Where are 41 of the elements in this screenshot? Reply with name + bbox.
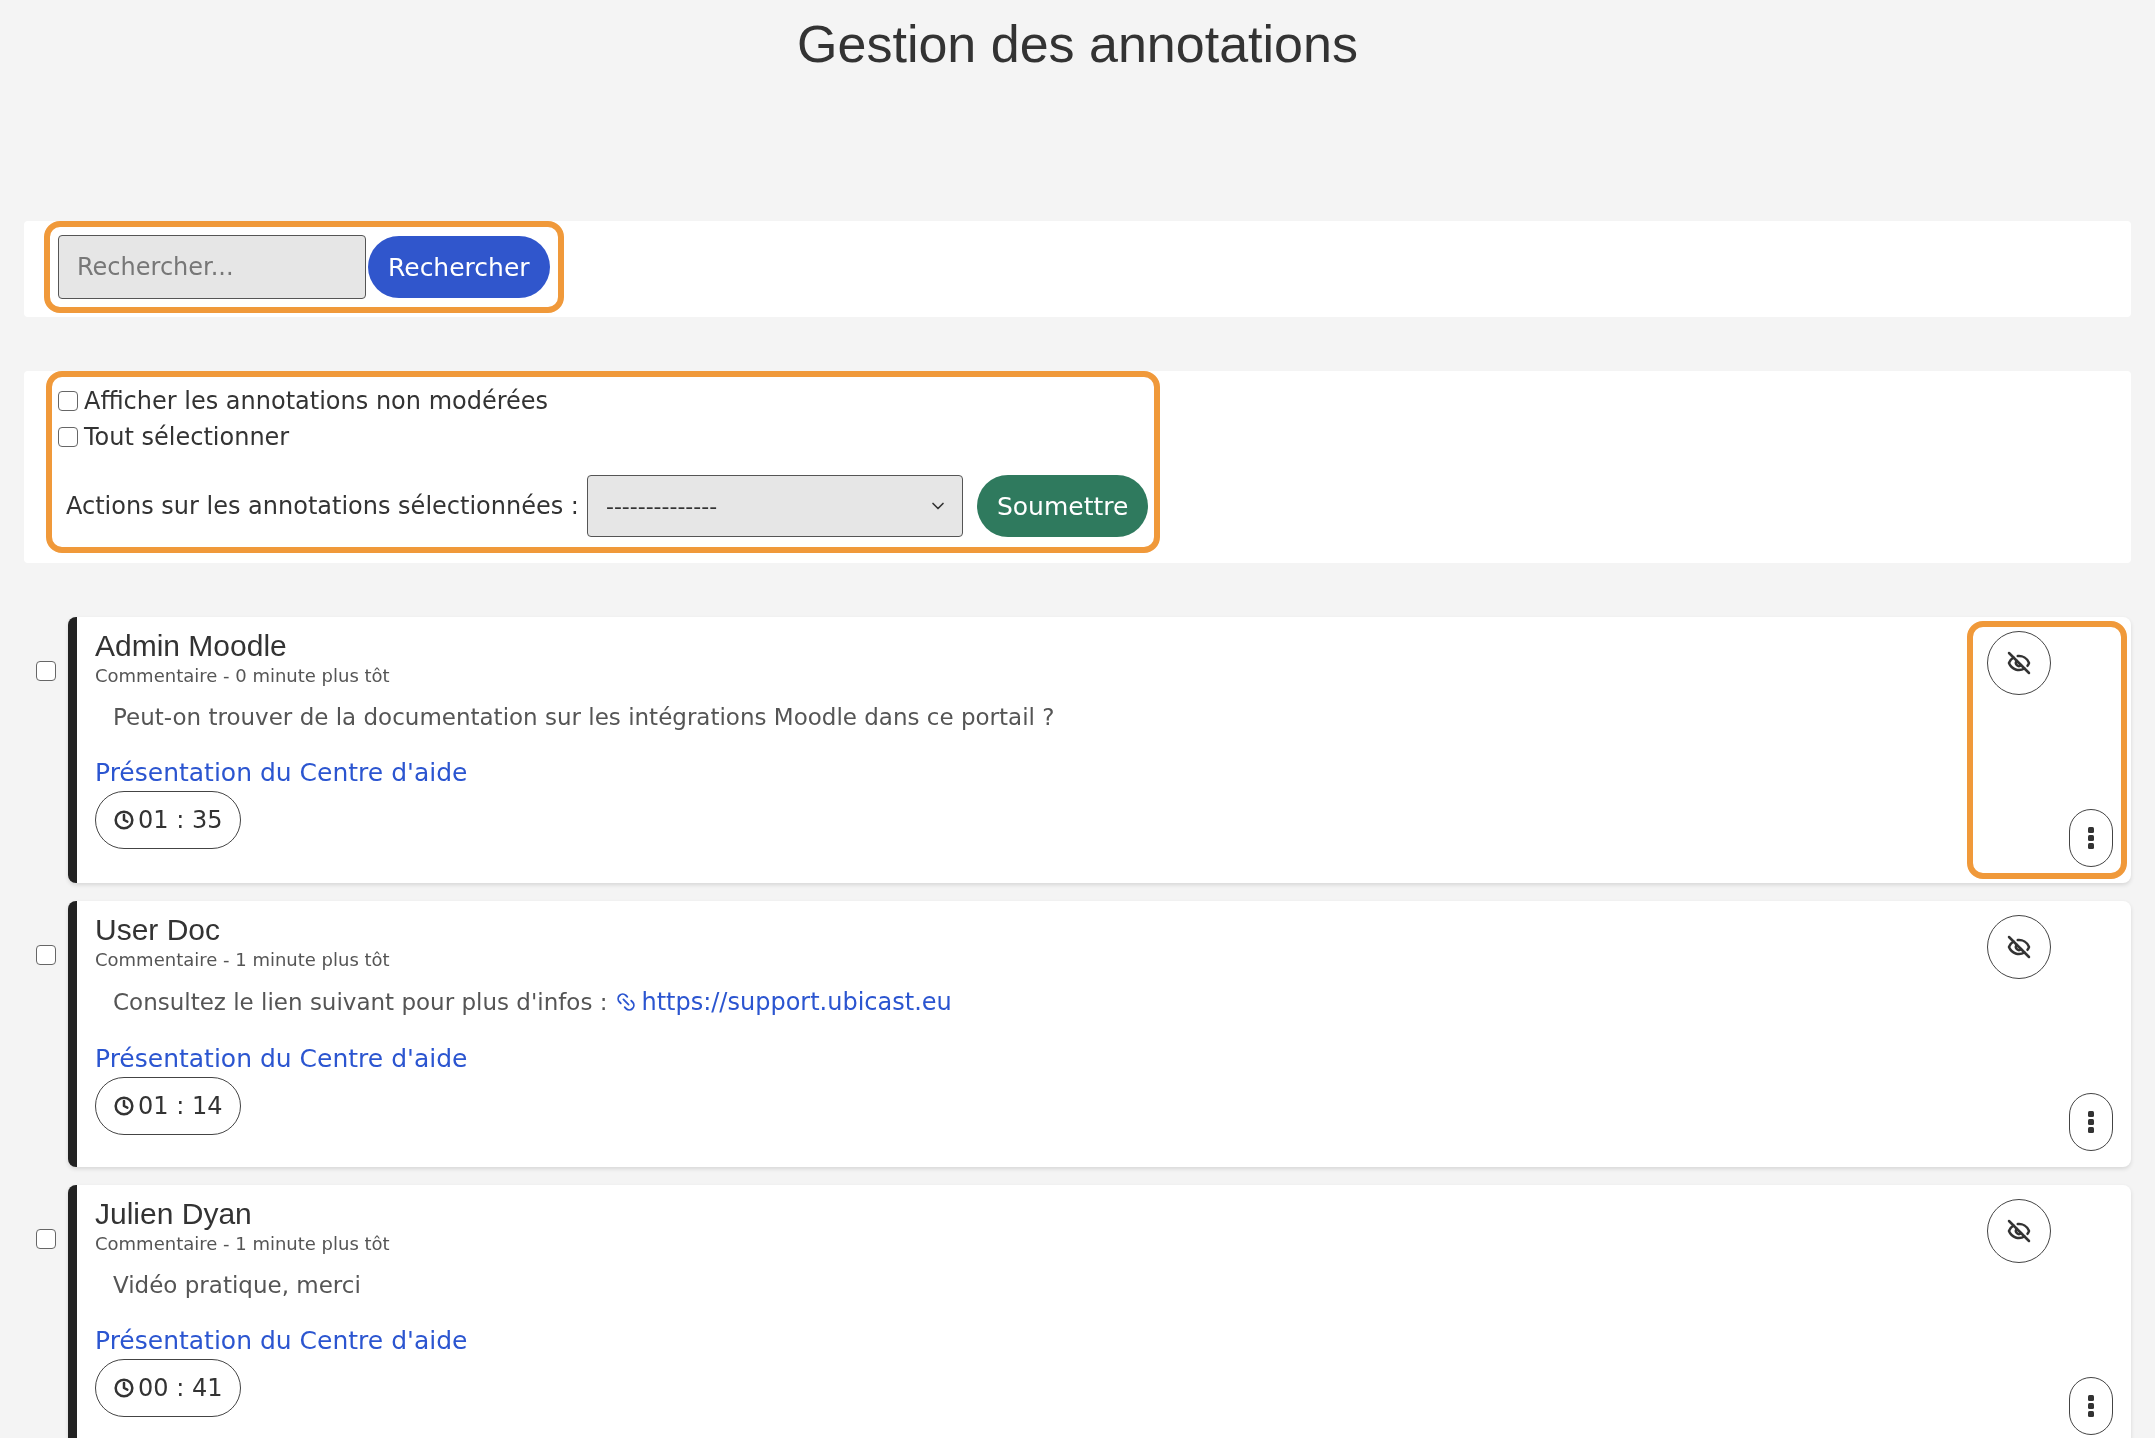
checkbox-label: Afficher les annotations non modérées [84,387,549,415]
annotation-meta: Commentaire - 1 minute plus tôt [95,949,391,970]
actions-label: Actions sur les annotations sélectionnées : [65,492,579,520]
timecode-button[interactable]: 01 : 14 [95,1077,242,1135]
timecode-button[interactable]: 01 : 35 [95,791,242,849]
submit-button[interactable]: Soumettre [976,475,1149,537]
search-button[interactable]: Rechercher [368,236,550,298]
more-button[interactable] [2069,1093,2113,1151]
eye-off-icon [2007,935,2031,959]
clock-icon [114,810,134,830]
clock-icon [114,1378,134,1398]
more-button[interactable] [2069,809,2113,867]
media-link[interactable]: Présentation du Centre d'aide [95,1044,468,1073]
eye-off-icon [2007,1219,2031,1243]
checkbox[interactable] [36,945,56,965]
more-icon [2087,826,2095,850]
clock-icon [114,1096,134,1116]
author-name: Admin Moodle [95,629,288,663]
checkbox[interactable] [58,391,78,411]
checkbox-label: Tout sélectionner [84,423,290,451]
media-link[interactable]: Présentation du Centre d'aide [95,1326,468,1355]
checkbox[interactable] [58,427,78,447]
actions-select[interactable]: -------------- [586,475,963,537]
timecode-button[interactable]: 00 : 41 [95,1359,242,1417]
media-link[interactable]: Présentation du Centre d'aide [95,758,468,787]
annotation-text: Vidéo pratique, merci [113,1272,361,1298]
url-link[interactable]: https://support.ubicast.eu [615,988,952,1016]
more-icon [2087,1110,2095,1134]
more-icon [2087,1394,2095,1418]
eye-off-icon [2007,651,2031,675]
annotation-text: Peut-on trouver de la documentation sur les intégrations Moodle dans ce portail ? [113,704,1055,730]
annotation-meta: Commentaire - 0 minute plus tôt [95,665,391,686]
search-field[interactable]: Rechercher... [58,235,366,299]
more-button[interactable] [2069,1377,2113,1435]
annotation-meta: Commentaire - 1 minute plus tôt [95,1233,391,1254]
page-title: Gestion des annotations [796,14,1359,75]
author-name: User Doc [95,913,222,947]
author-name: Julien Dyan [95,1197,253,1231]
annotation-text: Consultez le lien suivant pour plus d'infos : [113,989,608,1015]
checkbox[interactable] [36,1229,56,1249]
checkbox[interactable] [36,661,56,681]
